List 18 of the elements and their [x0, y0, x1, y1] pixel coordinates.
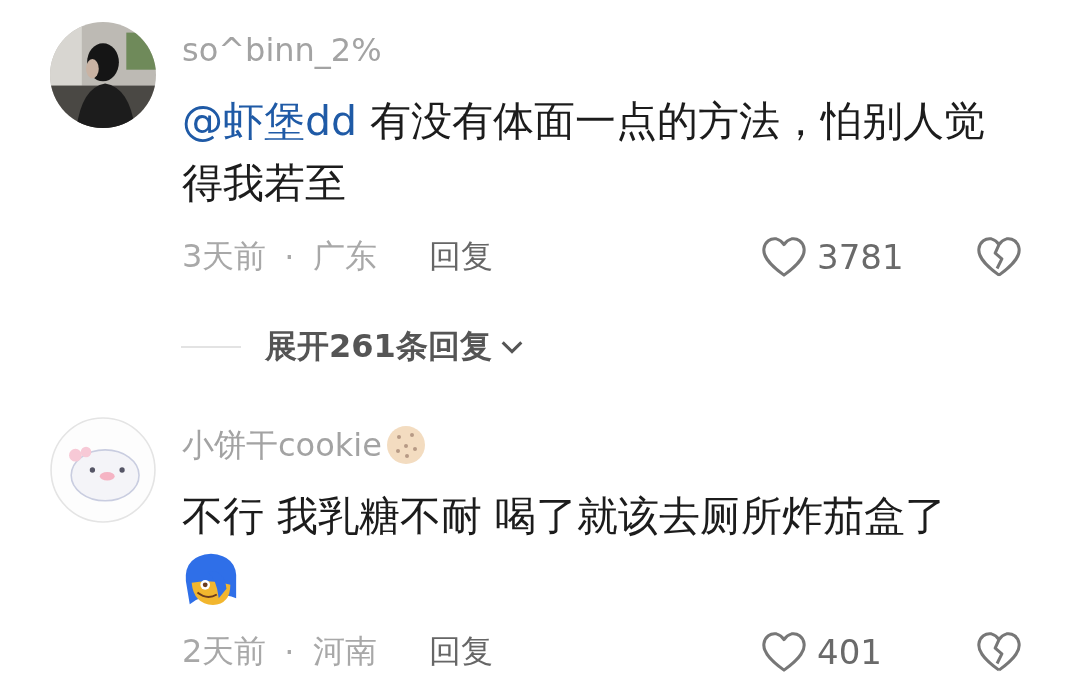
- heart-icon[interactable]: [761, 631, 807, 673]
- time-label: 2天前: [182, 631, 267, 672]
- mention-link[interactable]: @虾堡dd: [182, 97, 358, 145]
- comment-text: 不行 我乳糖不耐 喝了就该去厕所炸茄盒了: [182, 491, 948, 542]
- separator-dot: ·: [284, 238, 295, 276]
- time-label: 3天前: [182, 236, 267, 277]
- like-count: 401: [817, 632, 882, 672]
- reply-button[interactable]: 回复: [428, 235, 493, 279]
- separator-dot: ·: [284, 633, 295, 671]
- broken-heart-icon[interactable]: [976, 236, 1022, 278]
- comment-text: @虾堡dd 有没有体面一点的方法，怕别人觉得我若至: [182, 96, 987, 209]
- heart-icon[interactable]: [761, 236, 807, 278]
- like-count: 3781: [817, 237, 904, 277]
- broken-heart-icon[interactable]: [976, 631, 1022, 673]
- location-label: 河南: [312, 631, 377, 672]
- location-label: 广东: [312, 236, 377, 277]
- reply-button[interactable]: 回复: [428, 630, 493, 674]
- expand-replies-button[interactable]: 展开261条回复: [265, 325, 526, 369]
